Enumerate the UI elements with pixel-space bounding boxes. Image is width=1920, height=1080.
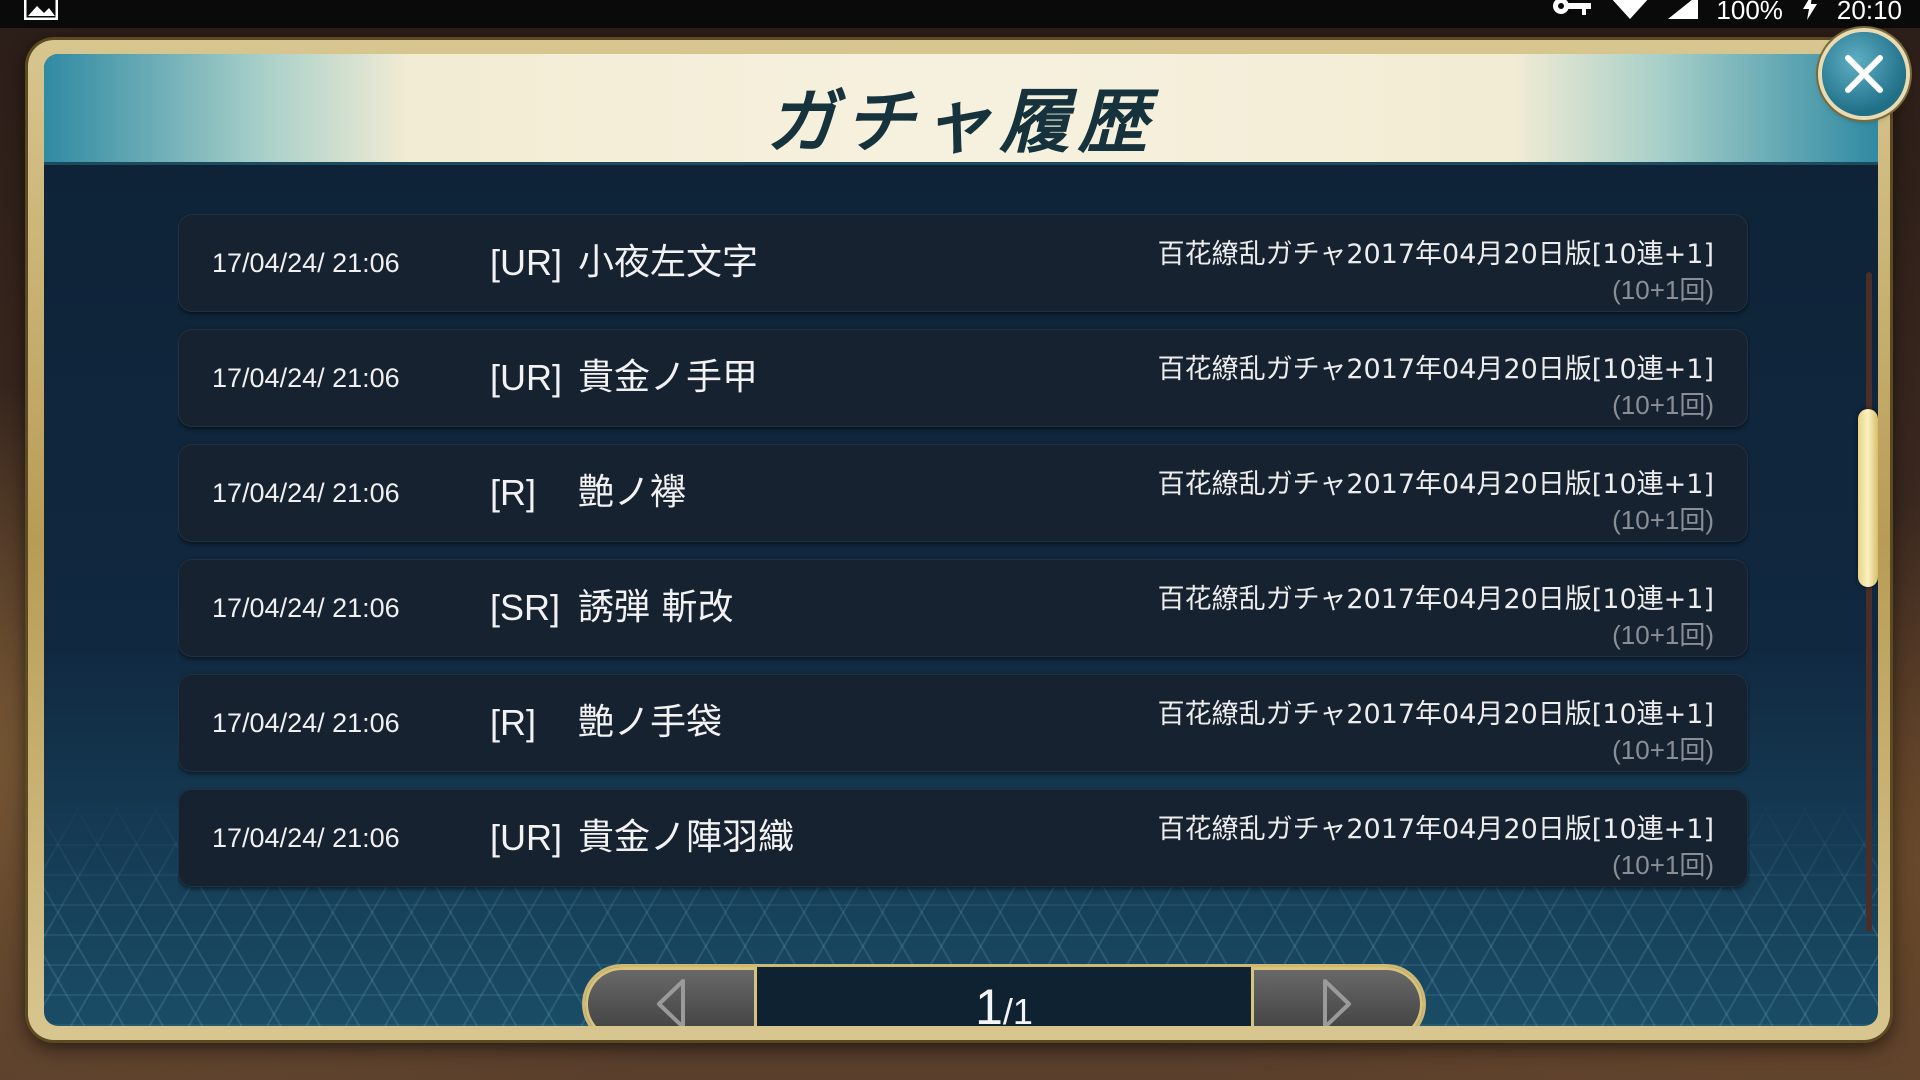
key-icon [1552,0,1592,26]
total-pages: 1 [1012,991,1033,1026]
row-pull-count: (10+1回) [1612,275,1714,305]
row-rarity: [R] [490,472,537,513]
image-icon [23,0,59,21]
prev-page-button[interactable] [585,967,757,1026]
history-row: 17/04/24/ 21:06 [R] 艶ノ襷 百花繚乱ガチャ2017年04月2… [178,444,1748,542]
battery-text: 100% [1716,0,1783,25]
row-item-name: 誘弾 斬改 [578,587,734,628]
scrollbar-thumb[interactable] [1858,409,1878,587]
row-rarity: [UR] [490,242,562,283]
row-pull-count: (10+1回) [1612,620,1714,650]
pagination: 1/1 [585,967,1423,1026]
clock-time: 20:10 [1836,0,1902,25]
row-gacha-name: 百花繚乱ガチャ2017年04月20日版[10連+1] [1157,239,1714,270]
row-item-name: 貴金ノ手甲 [578,357,759,398]
history-row: 17/04/24/ 21:06 [R] 艶ノ手袋 百花繚乱ガチャ2017年04月… [178,674,1748,772]
row-date: 17/04/24/ 21:06 [212,248,400,278]
history-row: 17/04/24/ 21:06 [SR] 誘弾 斬改 百花繚乱ガチャ2017年0… [178,559,1748,657]
close-icon [1845,55,1883,93]
row-gacha-name: 百花繚乱ガチャ2017年04月20日版[10連+1] [1157,584,1714,615]
title-banner: ガチャ履歴 [44,54,1878,165]
gacha-history-dialog: ガチャ履歴 17/04/24/ 21:06 [UR] 小夜左文字 百花繚乱ガチャ… [44,54,1878,1026]
history-row: 17/04/24/ 21:06 [UR] 貴金ノ陣羽織 百花繚乱ガチャ2017年… [178,789,1748,887]
row-date: 17/04/24/ 21:06 [212,363,400,393]
row-gacha-name: 百花繚乱ガチャ2017年04月20日版[10連+1] [1157,814,1714,845]
wifi-icon [1610,0,1650,26]
row-rarity: [UR] [490,357,562,398]
row-gacha-name: 百花繚乱ガチャ2017年04月20日版[10連+1] [1157,469,1714,500]
row-rarity: [UR] [490,817,562,858]
history-row: 17/04/24/ 21:06 [UR] 小夜左文字 百花繚乱ガチャ2017年0… [178,214,1748,312]
page-separator: / [1002,991,1013,1026]
row-pull-count: (10+1回) [1612,505,1714,535]
page-indicator: 1/1 [757,967,1251,1026]
row-item-name: 艶ノ手袋 [578,702,723,743]
row-pull-count: (10+1回) [1612,390,1714,420]
signal-icon [1668,0,1699,26]
row-rarity: [SR] [490,587,561,628]
row-date: 17/04/24/ 21:06 [212,593,400,623]
bolt-icon [1801,0,1819,27]
history-row: 17/04/24/ 21:06 [UR] 貴金ノ手甲 百花繚乱ガチャ2017年0… [178,329,1748,427]
scrollbar-track[interactable] [1866,272,1872,932]
current-page: 1 [975,979,1003,1026]
row-date: 17/04/24/ 21:06 [212,708,400,738]
row-gacha-name: 百花繚乱ガチャ2017年04月20日版[10連+1] [1157,699,1714,730]
row-rarity: [R] [490,702,537,743]
status-bar: 100% 20:10 [0,0,1920,28]
row-date: 17/04/24/ 21:06 [212,823,400,853]
row-pull-count: (10+1回) [1612,735,1714,765]
history-list[interactable]: 17/04/24/ 21:06 [UR] 小夜左文字 百花繚乱ガチャ2017年0… [178,214,1750,934]
row-pull-count: (10+1回) [1612,850,1714,880]
dialog-title: ガチャ履歴 [766,80,1156,163]
row-item-name: 貴金ノ陣羽織 [578,817,795,858]
close-button[interactable] [1822,32,1906,116]
row-item-name: 艶ノ襷 [578,472,687,513]
row-item-name: 小夜左文字 [578,242,759,283]
next-page-button[interactable] [1251,967,1423,1026]
row-gacha-name: 百花繚乱ガチャ2017年04月20日版[10連+1] [1157,354,1714,385]
row-date: 17/04/24/ 21:06 [212,478,400,508]
